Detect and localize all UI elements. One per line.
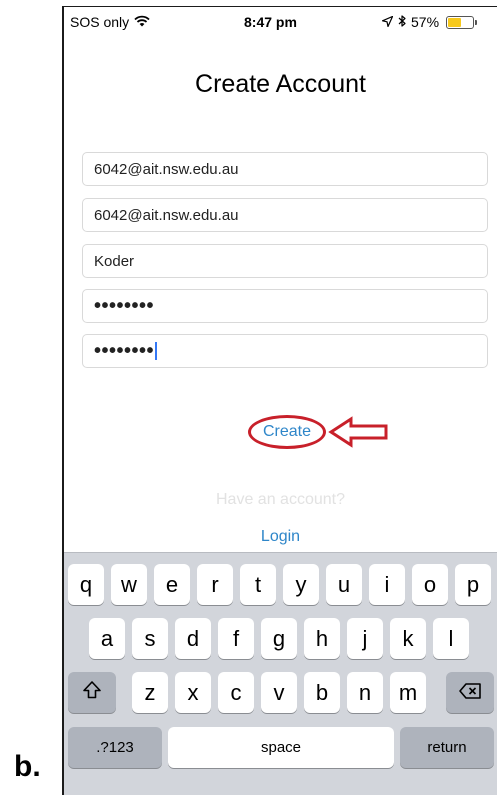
- shift-icon: [82, 680, 102, 706]
- location-icon: [381, 14, 394, 30]
- phone-screen: SOS only 8:47 pm 57% Create Account 6042…: [62, 6, 497, 795]
- key-c[interactable]: c: [218, 672, 254, 713]
- name-field-value: Koder: [94, 252, 135, 270]
- battery-icon: [446, 15, 478, 29]
- key-q[interactable]: q: [68, 564, 104, 605]
- key-t[interactable]: t: [240, 564, 276, 605]
- key-u[interactable]: u: [326, 564, 362, 605]
- backspace-icon: [458, 680, 482, 706]
- key-x[interactable]: x: [175, 672, 211, 713]
- bluetooth-icon: [398, 14, 406, 30]
- key-l[interactable]: l: [433, 618, 469, 659]
- email-field-value: 6042@ait.nsw.edu.au: [94, 160, 239, 178]
- key-z[interactable]: z: [132, 672, 168, 713]
- carrier-text: SOS only: [70, 14, 130, 30]
- backspace-key[interactable]: [446, 672, 494, 713]
- page-title: Create Account: [195, 70, 366, 98]
- status-bar: SOS only 8:47 pm 57%: [64, 7, 497, 37]
- confirm-email-field[interactable]: 6042@ait.nsw.edu.au: [82, 198, 488, 232]
- battery-percent: 57%: [411, 14, 440, 30]
- have-account-text: Have an account?: [216, 491, 345, 508]
- status-left: SOS only: [70, 14, 150, 30]
- key-g[interactable]: g: [261, 618, 297, 659]
- key-k[interactable]: k: [390, 618, 426, 659]
- key-s[interactable]: s: [132, 618, 168, 659]
- create-button-wrapper: Create: [248, 415, 326, 449]
- create-button[interactable]: Create: [263, 423, 311, 441]
- key-b[interactable]: b: [304, 672, 340, 713]
- key-m[interactable]: m: [390, 672, 426, 713]
- name-field[interactable]: Koder: [82, 244, 488, 278]
- confirm-email-field-value: 6042@ait.nsw.edu.au: [94, 206, 239, 224]
- figure-label: b.: [14, 750, 41, 783]
- annotation-arrow-icon: [328, 416, 390, 453]
- key-y[interactable]: y: [283, 564, 319, 605]
- return-key[interactable]: return: [400, 727, 494, 768]
- key-v[interactable]: v: [261, 672, 297, 713]
- status-time: 8:47 pm: [244, 14, 297, 30]
- confirm-password-field[interactable]: ••••••••: [82, 334, 488, 368]
- key-f[interactable]: f: [218, 618, 254, 659]
- key-j[interactable]: j: [347, 618, 383, 659]
- key-r[interactable]: r: [197, 564, 233, 605]
- key-h[interactable]: h: [304, 618, 340, 659]
- text-cursor: [155, 342, 158, 360]
- wifi-icon: [134, 14, 150, 30]
- key-o[interactable]: o: [412, 564, 448, 605]
- login-link[interactable]: Login: [64, 528, 497, 546]
- key-a[interactable]: a: [89, 618, 125, 659]
- shift-key[interactable]: [68, 672, 116, 713]
- email-field[interactable]: 6042@ait.nsw.edu.au: [82, 152, 488, 186]
- keyboard: q w e r t y u i o p a s d f g h j k l z …: [64, 552, 497, 795]
- key-i[interactable]: i: [369, 564, 405, 605]
- key-e[interactable]: e: [154, 564, 190, 605]
- confirm-password-field-value: ••••••••: [94, 340, 155, 362]
- numbers-key[interactable]: .?123: [68, 727, 162, 768]
- space-key[interactable]: space: [168, 727, 394, 768]
- status-right: 57%: [381, 14, 478, 30]
- password-field-value: ••••••••: [94, 295, 155, 317]
- key-n[interactable]: n: [347, 672, 383, 713]
- password-field[interactable]: ••••••••: [82, 289, 488, 323]
- key-p[interactable]: p: [455, 564, 491, 605]
- key-d[interactable]: d: [175, 618, 211, 659]
- key-w[interactable]: w: [111, 564, 147, 605]
